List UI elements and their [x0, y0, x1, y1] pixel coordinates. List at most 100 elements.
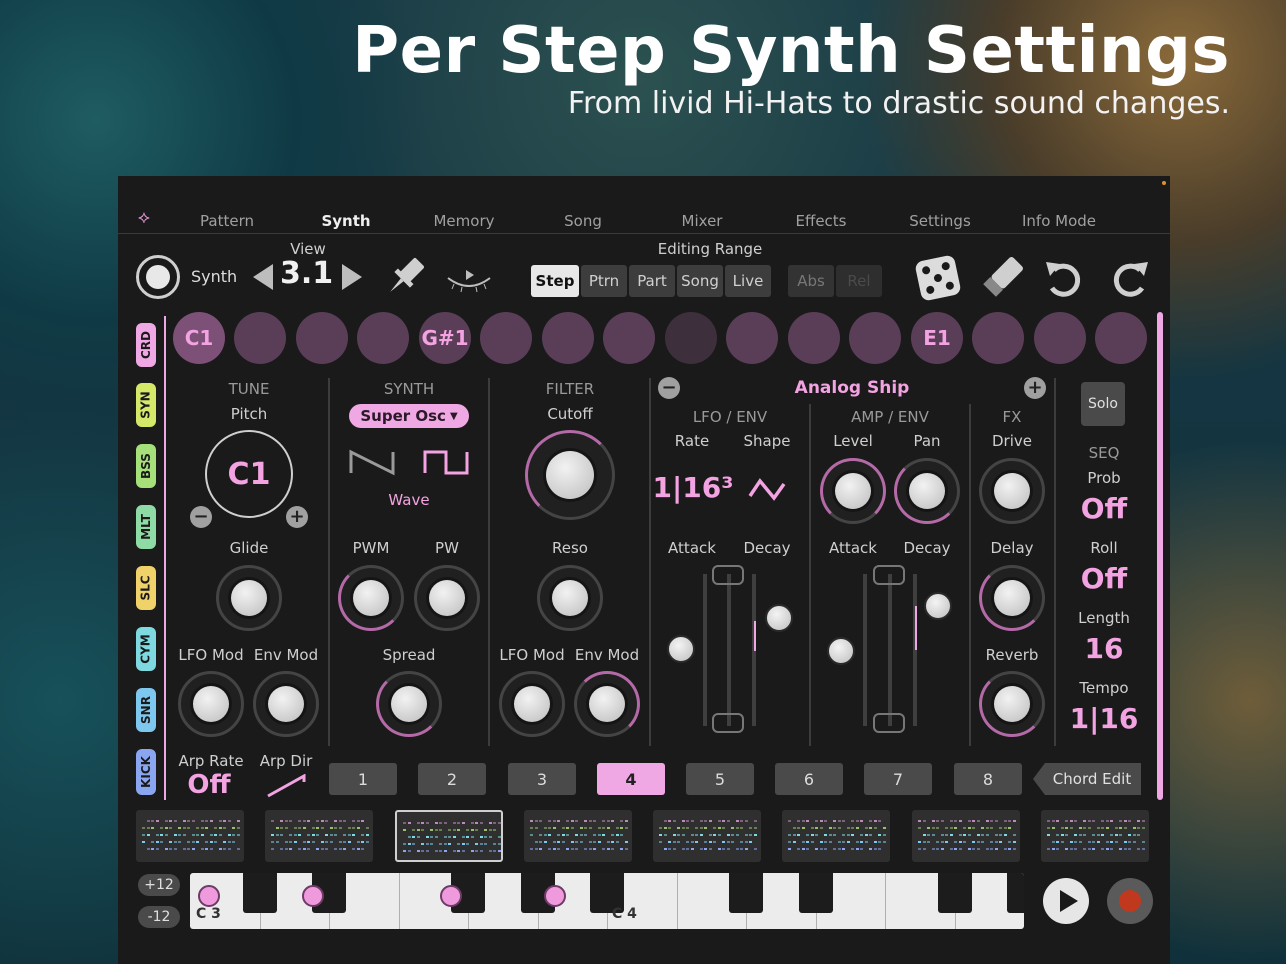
- pwm-knob[interactable]: [338, 565, 404, 631]
- pattern-thumbnail-2[interactable]: [265, 810, 373, 862]
- range-part[interactable]: Part: [629, 265, 675, 297]
- track-tab-crd[interactable]: CRD: [136, 323, 156, 367]
- step-1[interactable]: C1: [173, 312, 225, 364]
- black-key[interactable]: [242, 873, 277, 913]
- black-key[interactable]: [937, 873, 972, 913]
- square-wave-icon[interactable]: [422, 448, 470, 476]
- step-2[interactable]: [234, 312, 286, 364]
- dice-icon[interactable]: [914, 254, 962, 302]
- step-16[interactable]: [1095, 312, 1147, 364]
- lfo-attack-fader[interactable]: [667, 635, 695, 663]
- step-9[interactable]: [665, 312, 717, 364]
- lfo-env-top-handle-icon[interactable]: [712, 565, 744, 585]
- seq-roll-value[interactable]: Off: [1081, 562, 1127, 595]
- amp-level-knob[interactable]: [820, 458, 886, 524]
- step-11[interactable]: [788, 312, 840, 364]
- octave-down-button[interactable]: -12: [138, 906, 180, 928]
- filter-env-mod-knob[interactable]: [574, 671, 640, 737]
- eye-icon[interactable]: [444, 264, 494, 294]
- spread-knob[interactable]: [376, 671, 442, 737]
- amp-attack-fader[interactable]: [827, 637, 855, 665]
- tune-lfo-mod-knob[interactable]: [178, 671, 244, 737]
- pattern-button-2[interactable]: 2: [418, 763, 486, 795]
- step-15[interactable]: [1034, 312, 1086, 364]
- tab-song[interactable]: Song: [564, 212, 602, 230]
- delay-knob[interactable]: [979, 565, 1045, 631]
- eraser-icon[interactable]: [980, 254, 1026, 300]
- range-ptrn[interactable]: Ptrn: [581, 265, 627, 297]
- pattern-thumbnail-3[interactable]: [395, 810, 503, 862]
- solo-button[interactable]: Solo: [1081, 382, 1125, 426]
- track-tab-kick[interactable]: KICK: [136, 749, 156, 795]
- preset-name[interactable]: Analog Ship: [795, 378, 910, 398]
- lfo-env-bottom-handle-icon[interactable]: [712, 713, 744, 733]
- step-8[interactable]: [603, 312, 655, 364]
- view-next-icon[interactable]: [340, 262, 364, 292]
- pattern-button-3[interactable]: 3: [508, 763, 576, 795]
- pw-knob[interactable]: [414, 565, 480, 631]
- pitch-value[interactable]: C1: [205, 430, 293, 518]
- cutoff-knob[interactable]: [525, 430, 615, 520]
- tune-env-mod-knob[interactable]: [253, 671, 319, 737]
- pattern-button-6[interactable]: 6: [775, 763, 843, 795]
- play-button[interactable]: [1043, 878, 1089, 924]
- pattern-button-5[interactable]: 5: [686, 763, 754, 795]
- black-key[interactable]: [729, 873, 763, 913]
- preset-remove-button[interactable]: −: [658, 377, 680, 399]
- pattern-thumbnail-5[interactable]: [653, 810, 761, 862]
- step-12[interactable]: [849, 312, 901, 364]
- lfo-decay-fader[interactable]: [765, 604, 793, 632]
- range-song[interactable]: Song: [677, 265, 723, 297]
- pattern-thumbnail-1[interactable]: [136, 810, 244, 862]
- abs-button[interactable]: Abs: [788, 265, 834, 297]
- pattern-thumbnail-8[interactable]: [1041, 810, 1149, 862]
- piano-keyboard[interactable]: C 3 C 4: [190, 873, 1024, 929]
- osc-type-dropdown[interactable]: Super Osc ▼: [349, 404, 469, 428]
- redo-icon[interactable]: [1108, 256, 1152, 300]
- filter-lfo-mod-knob[interactable]: [499, 671, 565, 737]
- amp-env-top-handle-icon[interactable]: [873, 565, 905, 585]
- step-7[interactable]: [542, 312, 594, 364]
- amp-decay-fader[interactable]: [924, 592, 952, 620]
- pitch-minus-button[interactable]: −: [190, 506, 212, 528]
- undo-icon[interactable]: [1042, 256, 1086, 300]
- pattern-button-1[interactable]: 1: [329, 763, 397, 795]
- record-button[interactable]: [1107, 878, 1153, 924]
- pattern-thumbnail-7[interactable]: [912, 810, 1020, 862]
- drive-knob[interactable]: [979, 458, 1045, 524]
- octave-up-button[interactable]: +12: [138, 874, 180, 896]
- track-tab-mlt[interactable]: MLT: [136, 505, 156, 549]
- synth-knob-icon[interactable]: [136, 255, 180, 299]
- view-prev-icon[interactable]: [251, 262, 275, 292]
- black-key[interactable]: [1007, 873, 1024, 913]
- seq-prob-value[interactable]: Off: [1081, 492, 1127, 525]
- pattern-thumbnail-6[interactable]: [782, 810, 890, 862]
- track-tab-bss[interactable]: BSS: [136, 444, 156, 488]
- step-5[interactable]: G#1: [419, 312, 471, 364]
- arp-dir-up-icon[interactable]: [266, 774, 306, 798]
- tab-effects[interactable]: Effects: [796, 212, 847, 230]
- tab-settings[interactable]: Settings: [909, 212, 971, 230]
- seq-tempo-value[interactable]: 1|16: [1070, 702, 1139, 735]
- track-tab-syn[interactable]: SYN: [136, 383, 156, 427]
- step-4[interactable]: [357, 312, 409, 364]
- step-3[interactable]: [296, 312, 348, 364]
- pattern-button-7[interactable]: 7: [864, 763, 932, 795]
- tab-info-mode[interactable]: Info Mode: [1022, 212, 1096, 230]
- step-6[interactable]: [480, 312, 532, 364]
- preset-add-button[interactable]: +: [1024, 377, 1046, 399]
- rel-button[interactable]: Rel: [836, 265, 882, 297]
- tab-synth[interactable]: Synth: [321, 212, 370, 230]
- track-tab-cym[interactable]: CYM: [136, 627, 156, 671]
- amp-env-bottom-handle-icon[interactable]: [873, 713, 905, 733]
- seq-length-value[interactable]: 16: [1085, 632, 1124, 665]
- step-13[interactable]: E1: [911, 312, 963, 364]
- saw-wave-icon[interactable]: [348, 448, 396, 476]
- black-key[interactable]: [798, 873, 833, 913]
- tab-pattern[interactable]: Pattern: [200, 212, 254, 230]
- pin-icon[interactable]: [382, 254, 428, 300]
- track-tab-snr[interactable]: SNR: [136, 688, 156, 732]
- pattern-thumbnail-4[interactable]: [524, 810, 632, 862]
- pitch-plus-button[interactable]: +: [286, 506, 308, 528]
- reverb-knob[interactable]: [979, 671, 1045, 737]
